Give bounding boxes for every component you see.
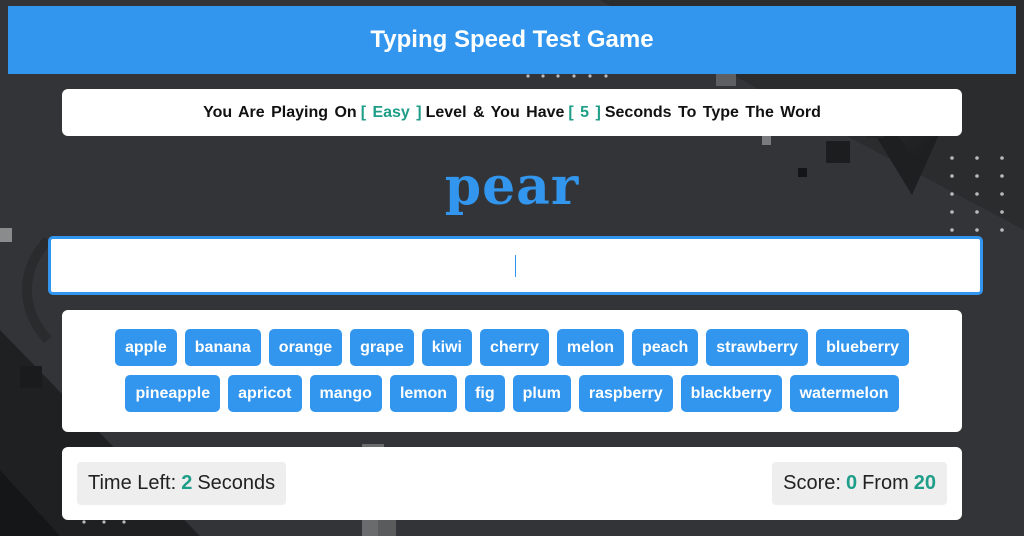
word-chip: fig — [465, 375, 505, 412]
words-row-2: pineapple apricot mango lemon fig plum raspber… — [62, 375, 962, 412]
word-chip: blackberry — [680, 375, 782, 412]
word-chip: banana — [184, 329, 261, 366]
word-chip: pineapple — [125, 375, 221, 412]
word-chip: raspberry — [578, 375, 673, 412]
seconds-value: [ 5 ] — [568, 103, 601, 121]
word-chip: plum — [512, 375, 571, 412]
score-label: Score: — [783, 472, 841, 494]
status-panel: Time Left: 2 Seconds Score: 0 From 20 — [62, 447, 962, 520]
page-title: Typing Speed Test Game — [8, 6, 1016, 74]
words-row-1: apple banana orange grape kiwi cherry melon pea… — [62, 329, 962, 366]
word-chip: peach — [632, 329, 699, 366]
word-chip: melon — [556, 329, 624, 366]
word-chip: strawberry — [706, 329, 809, 366]
current-word: pear — [444, 156, 580, 217]
info-middle: Level & You Have — [425, 103, 565, 121]
word-chip: apple — [114, 329, 177, 366]
word-chip: mango — [309, 375, 382, 412]
word-chip: watermelon — [789, 375, 899, 412]
word-chip: apricot — [228, 375, 302, 412]
word-chip: kiwi — [421, 329, 472, 366]
score-value: 0 — [845, 472, 858, 494]
level-value: [ Easy ] — [360, 103, 422, 121]
word-chip: orange — [268, 329, 343, 366]
level-info-banner: You Are Playing On [ Easy ] Level & You … — [62, 89, 962, 136]
info-prefix: You Are Playing On — [203, 103, 357, 121]
score-from: From — [862, 472, 909, 494]
time-left-display: Time Left: 2 Seconds — [77, 462, 287, 505]
score-display: Score: 0 From 20 — [772, 462, 947, 505]
word-chip: lemon — [389, 375, 458, 412]
word-chip: grape — [350, 329, 414, 366]
word-chip: cherry — [479, 329, 549, 366]
upcoming-words-panel: apple banana orange grape kiwi cherry melon pea… — [62, 310, 962, 432]
time-label: Time Left: — [88, 472, 177, 494]
word-chip: blueberry — [816, 329, 909, 366]
score-total: 20 — [913, 472, 936, 494]
time-unit: Seconds — [197, 472, 276, 494]
info-suffix: Seconds To Type The Word — [604, 103, 821, 121]
text-caret — [515, 255, 516, 277]
time-value: 2 — [181, 472, 193, 494]
word-input-wrapper — [48, 236, 983, 295]
